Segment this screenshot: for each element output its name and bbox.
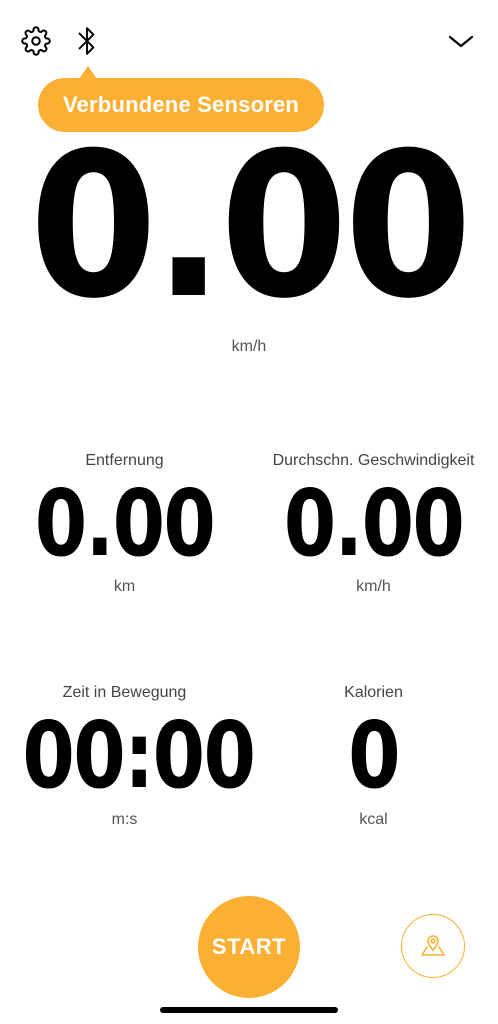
home-indicator[interactable] [160,1007,338,1013]
settings-button[interactable] [20,24,52,58]
distance-label: Entfernung [85,452,164,469]
avg-speed-unit: km/h [356,578,391,595]
calories-label: Kalorien [344,684,403,701]
moving-time-label: Zeit in Bewegung [62,684,187,701]
collapse-button[interactable] [445,24,477,58]
chevron-down-icon [448,35,474,48]
start-button-label: START [211,934,287,959]
current-speed-unit: km/h [231,338,267,355]
moving-time-value: 00:00 [22,702,256,809]
map-button[interactable] [401,914,465,978]
map-pin-icon [421,935,445,956]
calories-unit: kcal [359,811,388,828]
calories-value: 0 [348,702,400,809]
moving-time-unit: m:s [111,811,138,828]
distance-value: 0.00 [34,470,216,577]
distance-unit: km [113,578,136,595]
current-speed-value: 0.00 [29,110,472,343]
avg-speed-value: 0.00 [283,470,465,577]
bluetooth-icon [78,27,95,55]
start-button[interactable]: START [198,896,300,998]
gear-icon [21,26,51,56]
avg-speed-label: Durchschn. Geschwindigkeit [272,452,475,469]
bluetooth-button[interactable] [71,24,103,58]
